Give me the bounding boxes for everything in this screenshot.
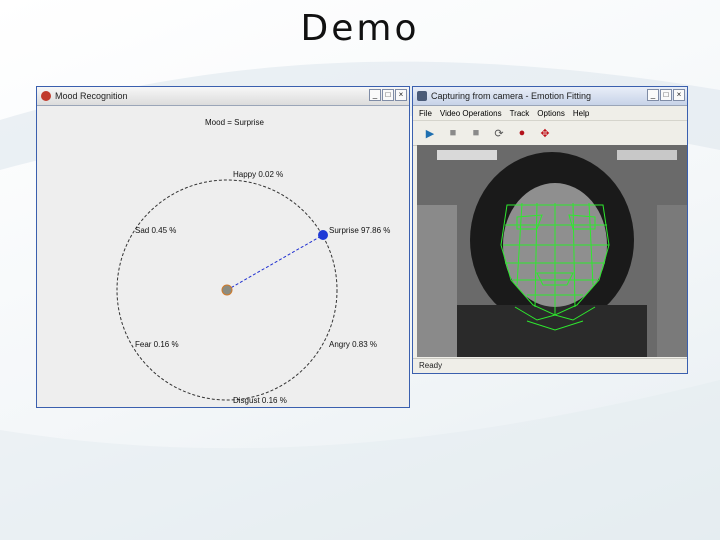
ceiling-light bbox=[617, 150, 677, 160]
record-icon: ● bbox=[518, 127, 526, 139]
slide-title: Demo bbox=[300, 8, 420, 49]
toolbar: ▶ ■ ■ ⟳ ● ✥ bbox=[413, 120, 687, 146]
play-button[interactable]: ▶ bbox=[421, 124, 439, 142]
mood-window-title: Mood Recognition bbox=[55, 91, 128, 101]
camera-app-icon bbox=[417, 91, 427, 101]
camera-window-titlebar[interactable]: Capturing from camera - Emotion Fitting … bbox=[413, 87, 687, 106]
pause-icon: ■ bbox=[449, 127, 457, 139]
camera-window: Capturing from camera - Emotion Fitting … bbox=[412, 86, 688, 374]
wall-panel bbox=[657, 205, 687, 357]
play-icon: ▶ bbox=[425, 127, 435, 140]
emotion-label-happy: Happy 0.02 % bbox=[233, 170, 283, 179]
minimize-button[interactable]: _ bbox=[369, 89, 381, 101]
wall-panel bbox=[417, 205, 457, 357]
emotion-label-disgust: Disgust 0.16 % bbox=[233, 396, 287, 405]
menu-bar: File Video Operations Track Options Help bbox=[413, 106, 687, 120]
java-app-icon bbox=[41, 91, 51, 101]
stop-icon: ■ bbox=[472, 127, 480, 139]
camera-feed bbox=[417, 145, 687, 357]
mood-recognition-window: Mood Recognition _ □ × Mood = Surprise H… bbox=[36, 86, 410, 408]
menu-file[interactable]: File bbox=[419, 109, 432, 118]
maximize-button[interactable]: □ bbox=[382, 89, 394, 101]
menu-video-operations[interactable]: Video Operations bbox=[440, 109, 502, 118]
close-button[interactable]: × bbox=[395, 89, 407, 101]
emotion-label-surprise: Surprise 97.86 % bbox=[329, 226, 390, 235]
emotion-label-fear: Fear 0.16 % bbox=[135, 340, 179, 349]
emotion-label-angry: Angry 0.83 % bbox=[329, 340, 377, 349]
surprise-marker bbox=[318, 230, 328, 240]
mood-circle-plot: Mood = Surprise Happy 0.02 % Surprise 97… bbox=[116, 118, 390, 405]
center-marker bbox=[221, 284, 233, 296]
mood-window-titlebar[interactable]: Mood Recognition _ □ × bbox=[37, 87, 409, 106]
close-button[interactable]: × bbox=[673, 89, 685, 101]
menu-options[interactable]: Options bbox=[537, 109, 565, 118]
ceiling-light bbox=[437, 150, 497, 160]
emotion-label-sad: Sad 0.45 % bbox=[135, 226, 176, 235]
refresh-button[interactable]: ⟳ bbox=[490, 124, 508, 142]
refresh-icon: ⟳ bbox=[494, 127, 504, 140]
person-body bbox=[457, 305, 647, 357]
stop-button[interactable]: ■ bbox=[467, 124, 485, 142]
mood-vector-line bbox=[226, 234, 324, 291]
menu-help[interactable]: Help bbox=[573, 109, 589, 118]
face-mesh-overlay bbox=[417, 145, 687, 357]
move-icon: ✥ bbox=[540, 127, 550, 140]
status-bar: Ready bbox=[413, 358, 687, 373]
record-button[interactable]: ● bbox=[513, 124, 531, 142]
minimize-button[interactable]: _ bbox=[647, 89, 659, 101]
menu-track[interactable]: Track bbox=[510, 109, 530, 118]
camera-window-title: Capturing from camera - Emotion Fitting bbox=[431, 91, 592, 101]
mood-label: Mood = Surprise bbox=[205, 118, 264, 127]
pause-button[interactable]: ■ bbox=[444, 124, 462, 142]
maximize-button[interactable]: □ bbox=[660, 89, 672, 101]
move-button[interactable]: ✥ bbox=[536, 124, 554, 142]
